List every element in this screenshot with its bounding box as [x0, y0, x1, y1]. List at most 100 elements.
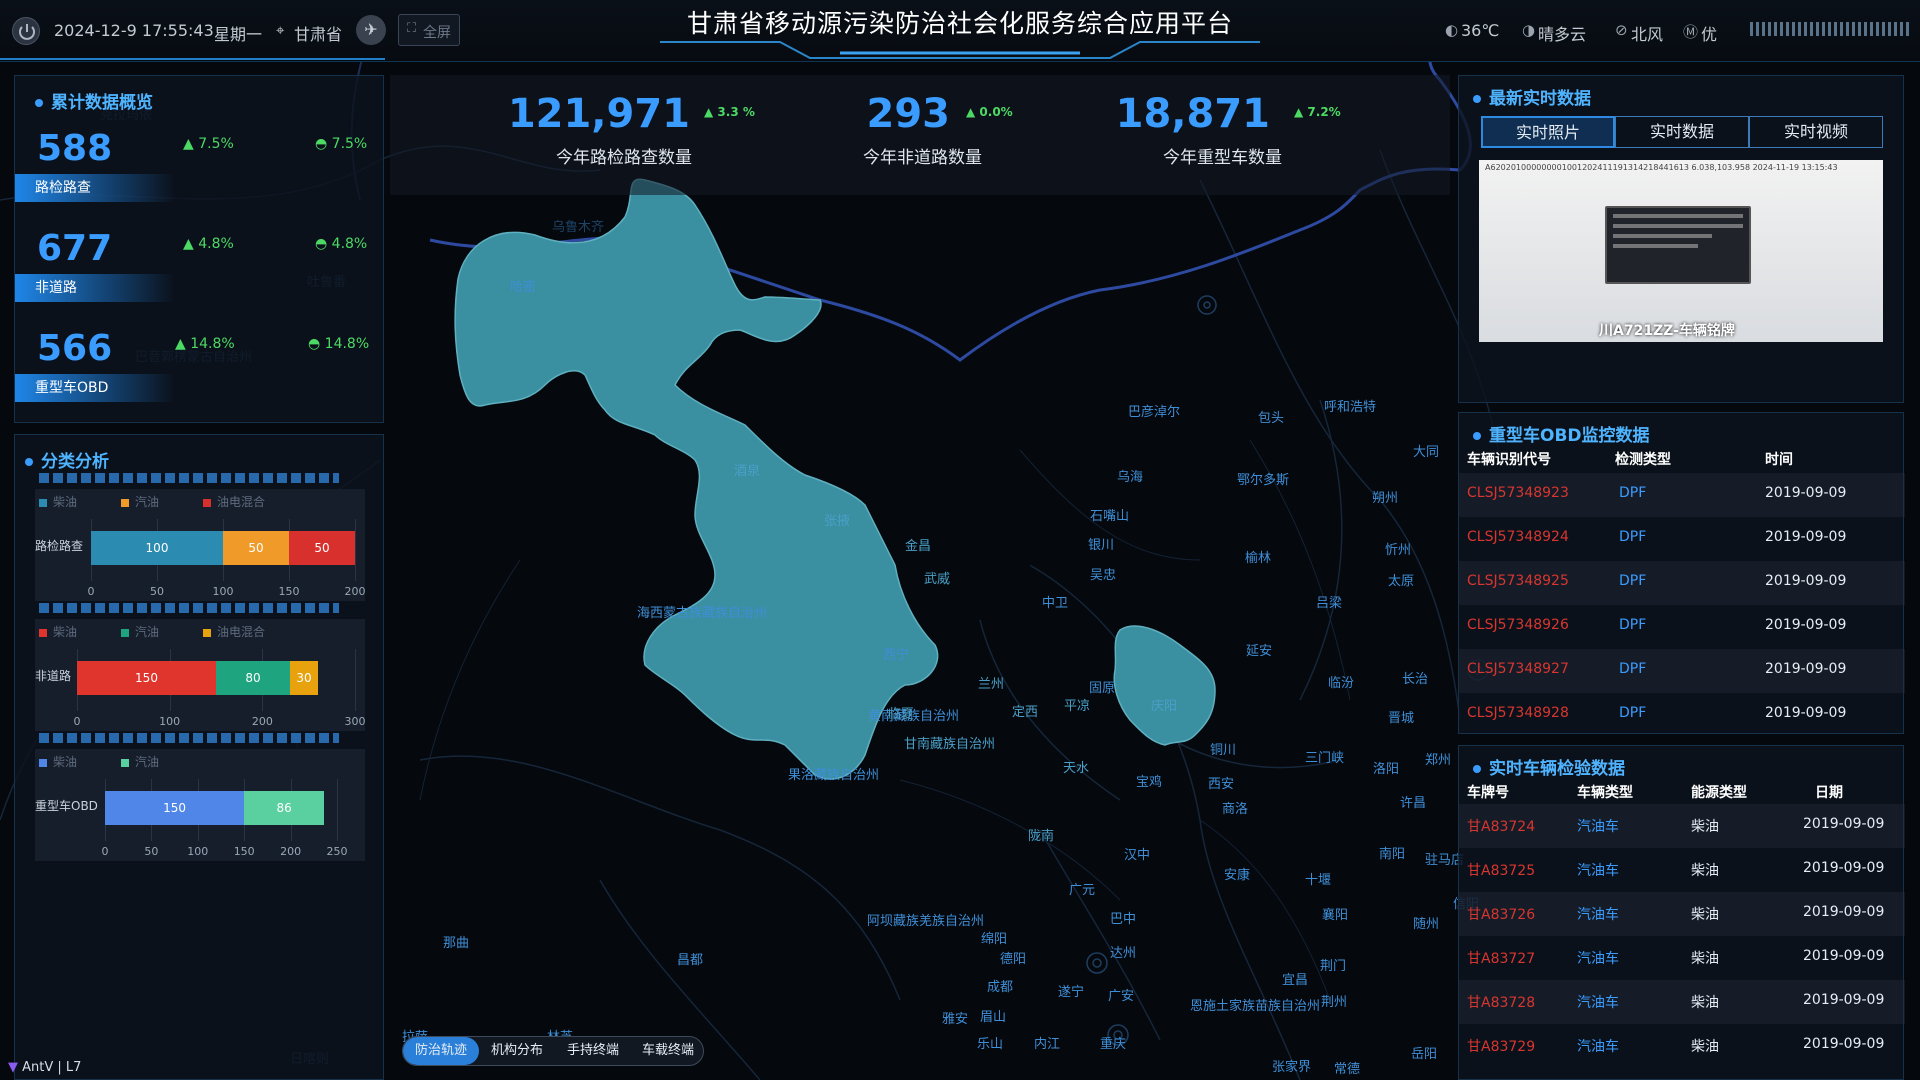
- cumulative-change-2a-text: 4.8%: [198, 236, 234, 252]
- bar-segment[interactable]: 150: [105, 791, 245, 825]
- map-city-label: 银川: [1088, 538, 1115, 553]
- legend-swatch: [39, 498, 47, 507]
- kpi-heavy-change: ▲ 7.2%: [1294, 105, 1341, 119]
- tick-label: 0: [87, 585, 95, 598]
- obd-header-time: 时间: [1765, 452, 1793, 468]
- cumulative-change-1a-text: 7.5%: [198, 136, 234, 152]
- bar-segment[interactable]: 80: [216, 661, 291, 695]
- map-city-label: 成都: [987, 980, 1014, 995]
- cumulative-change-2b-text: 4.8%: [331, 236, 368, 252]
- realtime-tabs: 实时照片 实时数据 实时视频: [1481, 116, 1885, 148]
- header-decoration: [1750, 22, 1910, 36]
- vehicle-type-cell: 汽油车: [1577, 819, 1619, 835]
- province-city-label: 陇南: [1028, 829, 1055, 844]
- tick-label: 0: [101, 845, 109, 858]
- legend-swatch: [39, 628, 47, 637]
- chart-divider: [39, 473, 339, 483]
- legend-swatch: [39, 758, 47, 767]
- table-row[interactable]: CLSJ57348925 DPF 2019-09-09: [1459, 561, 1905, 605]
- bar-segment[interactable]: 150: [77, 661, 216, 695]
- legend-item[interactable]: 汽油: [121, 623, 159, 640]
- fullscreen-button[interactable]: ⛶ 全屏: [398, 14, 460, 46]
- grid-line: [355, 519, 356, 581]
- map-city-label: 长治: [1402, 672, 1429, 687]
- map-city-label: 那曲: [443, 936, 470, 951]
- tab-institution-distribution[interactable]: 机构分布: [479, 1037, 555, 1065]
- bar-chart: 柴油 汽油 重型车OBD 0 50 100 150 200 250 150 86: [35, 749, 365, 861]
- map-city-label: 忻州: [1385, 543, 1412, 558]
- bar-chart: 柴油 汽油 油电混合 非道路 0 100 200 300 150 80 30: [35, 619, 366, 731]
- bar-segment[interactable]: 50: [289, 531, 355, 565]
- map-city-label: 延安: [1246, 644, 1273, 659]
- plate-cell: 甘A83726: [1467, 907, 1536, 923]
- bar-segment[interactable]: 86: [244, 791, 324, 825]
- legend-item[interactable]: 柴油: [39, 623, 77, 640]
- map-city-label: 眉山: [980, 1010, 1007, 1025]
- map-city-label: 西宁: [883, 648, 910, 663]
- time-cell: 2019-09-09: [1765, 573, 1847, 589]
- table-row[interactable]: CLSJ57348928 DPF 2019-09-09: [1459, 693, 1905, 737]
- table-row[interactable]: 甘A83728 汽油车 柴油 2019-09-09: [1459, 980, 1905, 1024]
- map-city-label: 内江: [1034, 1037, 1061, 1052]
- table-row[interactable]: 甘A83724 汽油车 柴油 2019-09-09: [1459, 804, 1905, 848]
- location-label[interactable]: 甘肃省: [294, 21, 342, 45]
- weather: 晴多云: [1538, 25, 1587, 44]
- legend-item[interactable]: 汽油: [121, 493, 159, 510]
- tab-handheld-terminal[interactable]: 手持终端: [555, 1037, 631, 1065]
- legend-item[interactable]: 汽油: [121, 753, 159, 770]
- tick-label: 100: [187, 845, 209, 858]
- vehicle-type-cell: 汽油车: [1577, 1039, 1619, 1055]
- map-city-label: 吴忠: [1090, 568, 1117, 583]
- inspection-header-date: 日期: [1815, 785, 1843, 801]
- tab-photo[interactable]: 实时照片: [1481, 116, 1615, 148]
- province-city-label: 庆阳: [1151, 699, 1178, 714]
- realtime-title: 最新实时数据: [1473, 84, 1591, 109]
- map-city-label: 荆州: [1321, 995, 1348, 1010]
- realtime-photo[interactable]: A620201000000001001202411191314218441613…: [1479, 160, 1883, 342]
- bar-segment[interactable]: 30: [290, 661, 318, 695]
- province-city-label: 甘南藏族自治州: [904, 737, 996, 752]
- legend-item[interactable]: 柴油: [39, 493, 77, 510]
- tab-vehicle-terminal[interactable]: 车载终端: [631, 1037, 703, 1065]
- legend-item[interactable]: 油电混合: [203, 623, 265, 640]
- inspection-header-vehicle-type: 车辆类型: [1577, 785, 1633, 801]
- map-logo-icon[interactable]: ✈: [356, 15, 386, 45]
- kpi-roadside-value: 121,971: [507, 91, 690, 137]
- table-row[interactable]: 甘A83726 汽油车 柴油 2019-09-09: [1459, 892, 1905, 936]
- bar-segment[interactable]: 100: [91, 531, 223, 565]
- energy-type-cell: 柴油: [1691, 1039, 1719, 1055]
- legend-item[interactable]: 柴油: [39, 753, 77, 770]
- table-row[interactable]: 甘A83729 汽油车 柴油 2019-09-09: [1459, 1024, 1905, 1068]
- power-icon[interactable]: [12, 17, 40, 45]
- cumulative-change-3b-text: 14.8%: [324, 336, 370, 352]
- obd-header-type: 检测类型: [1615, 452, 1671, 468]
- map-city-label: 许昌: [1400, 796, 1427, 811]
- tab-video[interactable]: 实时视频: [1749, 116, 1883, 148]
- table-row[interactable]: 甘A83725 汽油车 柴油 2019-09-09: [1459, 848, 1905, 892]
- map-city-label: 郑州: [1425, 753, 1452, 768]
- table-row[interactable]: CLSJ57348924 DPF 2019-09-09: [1459, 517, 1905, 561]
- page-title: 甘肃省移动源污染防治社会化服务综合应用平台: [686, 9, 1233, 38]
- category-label: 重型车OBD: [35, 799, 98, 813]
- bar-segment[interactable]: 50: [223, 531, 289, 565]
- map-city-label: 绵阳: [981, 932, 1008, 947]
- tab-data[interactable]: 实时数据: [1615, 116, 1749, 148]
- cumulative-tag-2: 非道路: [15, 274, 175, 302]
- fullscreen-label: 全屏: [423, 25, 451, 41]
- tick-label: 200: [344, 585, 366, 598]
- map-city-label: 太原: [1388, 574, 1415, 589]
- tick-label: 200: [280, 845, 302, 858]
- kpi-roadside-change-text: 3.3 %: [717, 105, 755, 119]
- legend-label: 油电混合: [217, 625, 266, 639]
- province-city-label: 平凉: [1064, 699, 1091, 714]
- map-attribution[interactable]: ▼ AntV | L7: [8, 1060, 81, 1075]
- table-row[interactable]: CLSJ57348923 DPF 2019-09-09: [1459, 473, 1905, 517]
- tab-prevention-track[interactable]: 防治轨迹: [403, 1037, 479, 1065]
- cumulative-tag-1: 路检路查: [15, 174, 175, 202]
- table-row[interactable]: 甘A83727 汽油车 柴油 2019-09-09: [1459, 936, 1905, 980]
- fullscreen-icon: ⛶: [407, 21, 417, 36]
- legend-item[interactable]: 油电混合: [203, 493, 265, 510]
- table-row[interactable]: CLSJ57348926 DPF 2019-09-09: [1459, 605, 1905, 649]
- table-row[interactable]: CLSJ57348927 DPF 2019-09-09: [1459, 649, 1905, 693]
- category-label: 路检路查: [35, 539, 84, 553]
